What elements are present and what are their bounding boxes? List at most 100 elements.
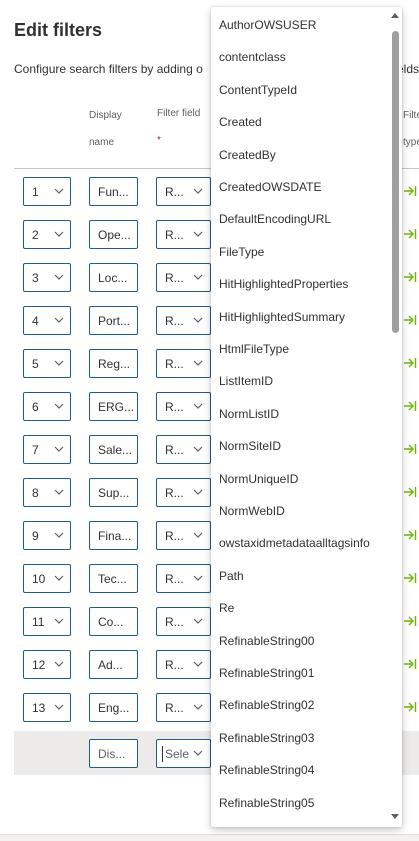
- dropdown-option[interactable]: ListItemID: [211, 365, 389, 397]
- filter-field-dropdown[interactable]: R...: [156, 177, 211, 206]
- arrow-right-to-bar-icon[interactable]: [403, 228, 417, 240]
- order-dropdown[interactable]: 4: [23, 306, 71, 335]
- display-name-input[interactable]: Ad...: [89, 650, 138, 679]
- display-name-input[interactable]: Sale...: [89, 435, 138, 464]
- dropdown-option[interactable]: contentclass: [211, 41, 389, 73]
- order-dropdown[interactable]: 5: [23, 349, 71, 378]
- dropdown-option[interactable]: RefinableString00: [211, 625, 389, 657]
- order-dropdown[interactable]: 11: [23, 607, 71, 636]
- dropdown-option[interactable]: FileType: [211, 236, 389, 268]
- filter-field-dropdown[interactable]: R...: [156, 693, 211, 722]
- order-dropdown[interactable]: 12: [23, 650, 71, 679]
- arrow-right-to-bar-icon[interactable]: [403, 271, 417, 283]
- dropdown-option[interactable]: RefinableString02: [211, 689, 389, 721]
- order-dropdown[interactable]: 8: [23, 478, 71, 507]
- display-name-input[interactable]: Reg...: [89, 349, 138, 378]
- chevron-down-icon: [193, 489, 203, 495]
- order-value: 10: [32, 572, 46, 586]
- arrow-right-to-bar-icon[interactable]: [403, 572, 417, 584]
- order-dropdown[interactable]: 2: [23, 220, 71, 249]
- chevron-down-icon: [193, 231, 203, 237]
- new-filter-field-dropdown[interactable]: Sele: [156, 739, 211, 768]
- dropdown-option[interactable]: RefinableString03: [211, 722, 389, 754]
- order-dropdown[interactable]: 9: [23, 521, 71, 550]
- arrow-right-to-bar-icon[interactable]: [403, 357, 417, 369]
- dropdown-scrollbar[interactable]: [389, 7, 402, 827]
- scrollbar-thumb[interactable]: [392, 31, 399, 333]
- chevron-down-icon: [54, 575, 64, 581]
- order-dropdown[interactable]: 10: [23, 564, 71, 593]
- arrow-right-to-bar-icon[interactable]: [403, 185, 417, 197]
- filter-field-dropdown[interactable]: R...: [156, 306, 211, 335]
- dropdown-option[interactable]: NormListID: [211, 398, 389, 430]
- order-value: 11: [32, 615, 45, 629]
- new-display-name-placeholder: Dis...: [98, 747, 126, 761]
- chevron-down-icon: [54, 274, 64, 280]
- dropdown-option[interactable]: HitHighlightedSummary: [211, 301, 389, 333]
- dropdown-option[interactable]: Path: [211, 560, 389, 592]
- dropdown-option[interactable]: RefinableString04: [211, 754, 389, 786]
- filter-field-dropdown[interactable]: R...: [156, 607, 211, 636]
- scroll-down-icon[interactable]: [391, 814, 399, 819]
- display-name-value: Fina...: [98, 529, 132, 543]
- order-dropdown[interactable]: 7: [23, 435, 71, 464]
- display-name-input[interactable]: Sup...: [89, 478, 138, 507]
- display-name-value: ERG...: [98, 400, 135, 414]
- display-name-input[interactable]: Fina...: [89, 521, 138, 550]
- dropdown-option[interactable]: AuthorOWSUSER: [211, 9, 389, 41]
- dropdown-option[interactable]: NormWebID: [211, 495, 389, 527]
- arrow-right-to-bar-icon[interactable]: [403, 658, 417, 670]
- dropdown-option[interactable]: Re: [211, 592, 389, 624]
- display-name-input[interactable]: Eng...: [89, 693, 138, 722]
- arrow-right-to-bar-icon[interactable]: [403, 314, 417, 326]
- filter-field-dropdown[interactable]: R...: [156, 521, 211, 550]
- text-caret: [162, 746, 163, 762]
- chevron-down-icon: [54, 188, 64, 194]
- dropdown-option[interactable]: CreatedBy: [211, 139, 389, 171]
- filter-field-dropdown[interactable]: R...: [156, 435, 211, 464]
- filter-field-dropdown[interactable]: R...: [156, 349, 211, 378]
- filter-field-dropdown[interactable]: R...: [156, 263, 211, 292]
- display-name-input[interactable]: ERG...: [89, 392, 138, 421]
- display-name-input[interactable]: Co...: [89, 607, 138, 636]
- arrow-right-to-bar-icon[interactable]: [403, 615, 417, 627]
- dropdown-option[interactable]: RefinableString01: [211, 657, 389, 689]
- arrow-right-to-bar-icon[interactable]: [403, 529, 417, 541]
- order-value: 5: [32, 357, 39, 371]
- filter-field-dropdown[interactable]: R...: [156, 564, 211, 593]
- filter-field-value: R...: [165, 572, 184, 586]
- order-dropdown[interactable]: 1: [23, 177, 71, 206]
- dropdown-option[interactable]: NormSiteID: [211, 430, 389, 462]
- arrow-right-to-bar-icon[interactable]: [403, 701, 417, 713]
- arrow-right-to-bar-icon[interactable]: [403, 400, 417, 412]
- order-dropdown[interactable]: 3: [23, 263, 71, 292]
- dropdown-option[interactable]: ContentTypeId: [211, 74, 389, 106]
- dropdown-option[interactable]: CreatedOWSDATE: [211, 171, 389, 203]
- dropdown-option[interactable]: RefinableString05: [211, 787, 389, 819]
- filter-field-dropdown[interactable]: R...: [156, 220, 211, 249]
- dropdown-option[interactable]: HitHighlightedProperties: [211, 268, 389, 300]
- filter-field-dropdown[interactable]: R...: [156, 650, 211, 679]
- display-name-value: Loc...: [98, 271, 128, 285]
- order-dropdown[interactable]: 13: [23, 693, 71, 722]
- filter-field-dropdown[interactable]: R...: [156, 392, 211, 421]
- filter-field-options-dropdown[interactable]: AuthorOWSUSER contentclass ContentTypeId Cr…: [211, 7, 402, 827]
- display-name-input[interactable]: Fun...: [89, 177, 138, 206]
- dropdown-option[interactable]: DefaultEncodingURL: [211, 203, 389, 235]
- dropdown-option[interactable]: owstaxidmetadataalltagsinfo: [211, 527, 389, 559]
- arrow-right-to-bar-icon[interactable]: [403, 486, 417, 498]
- display-name-input[interactable]: Tec...: [89, 564, 138, 593]
- display-name-input[interactable]: Ope...: [89, 220, 138, 249]
- header-filter-type-line2: type: [403, 137, 419, 148]
- display-name-input[interactable]: Port...: [89, 306, 138, 335]
- dropdown-option[interactable]: HtmlFileType: [211, 333, 389, 365]
- new-display-name-input[interactable]: Dis...: [89, 739, 138, 768]
- dropdown-option[interactable]: Created: [211, 106, 389, 138]
- dropdown-option[interactable]: NormUniqueID: [211, 463, 389, 495]
- order-value: 3: [32, 271, 39, 285]
- display-name-input[interactable]: Loc...: [89, 263, 138, 292]
- filter-field-dropdown[interactable]: R...: [156, 478, 211, 507]
- order-dropdown[interactable]: 6: [23, 392, 71, 421]
- scroll-up-icon[interactable]: [391, 13, 399, 18]
- arrow-right-to-bar-icon[interactable]: [403, 443, 417, 455]
